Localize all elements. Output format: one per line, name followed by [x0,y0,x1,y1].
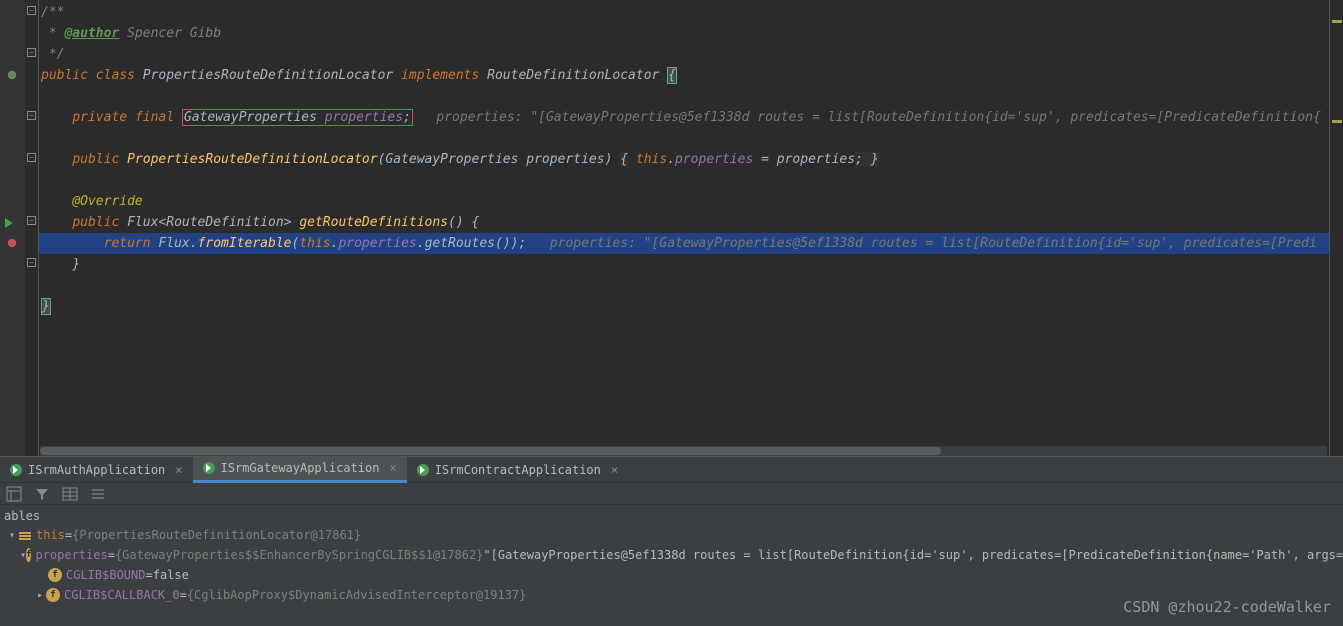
variables-tree[interactable]: ▾ this = {PropertiesRouteDefinitionLocat… [0,525,1343,626]
restore-layout-icon[interactable] [6,486,22,502]
editor-area: − − − − − − /** * @author Spencer Gibb *… [0,0,1343,456]
fold-toggle[interactable]: − [27,258,36,267]
chevron-right-icon[interactable]: ▸ [34,590,46,601]
close-icon[interactable]: × [175,463,182,477]
fold-gutter: − − − − − − [25,0,39,456]
tab-isrm-gateway[interactable]: ISrmGatewayApplication × [193,457,407,483]
tab-isrm-auth[interactable]: ISrmAuthApplication × [0,457,193,483]
debug-panel: ISrmAuthApplication × ISrmGatewayApplica… [0,456,1343,626]
javadoc-author-tag: @author [64,26,119,41]
field-icon: f [48,568,62,582]
stack-frame-icon [18,528,32,542]
fold-toggle[interactable]: − [27,216,36,225]
warning-stripe[interactable] [1332,20,1342,23]
execution-point-icon [5,218,13,228]
vertical-scrollbar[interactable] [1329,0,1343,456]
warning-stripe[interactable] [1332,120,1342,123]
horizontal-scrollbar[interactable] [40,446,1327,456]
run-config-tabs: ISrmAuthApplication × ISrmGatewayApplica… [0,457,1343,483]
close-icon[interactable]: × [389,461,396,475]
chevron-down-icon[interactable]: ▾ [6,530,18,541]
inline-debug-hint: properties: [436,110,530,125]
fold-toggle[interactable]: − [27,48,36,57]
field-icon: f [46,588,60,602]
method-name: getRouteDefinitions [299,215,448,230]
execution-line: return Flux.fromIterable(this.properties… [39,233,1329,254]
fold-toggle[interactable]: − [27,153,36,162]
gutter-icons [0,0,25,456]
doc-comment: /** [41,5,64,20]
highlighted-field-decl: GatewayProperties properties; [182,109,413,126]
scroll-thumb[interactable] [40,447,941,455]
table-view-icon[interactable] [62,486,78,502]
override-annotation: @Override [72,194,142,209]
var-properties: properties [35,548,107,562]
breakpoint-icon[interactable] [5,236,19,250]
run-config-icon [10,464,22,476]
tab-isrm-contract[interactable]: ISrmContractApplication × [407,457,628,483]
field-icon: f [26,548,31,562]
settings-icon[interactable] [90,486,106,502]
class-name: PropertiesRouteDefinitionLocator [143,68,393,83]
variables-section-label: ables [0,505,1343,525]
run-config-icon [417,464,429,476]
inline-debug-hint: properties: [550,236,644,251]
run-line-marker-icon[interactable] [5,68,19,82]
code-content[interactable]: /** * @author Spencer Gibb */ public cla… [39,0,1329,456]
filter-icon[interactable] [34,486,50,502]
fold-toggle[interactable]: − [27,111,36,120]
fold-toggle[interactable]: − [27,6,36,15]
run-config-icon [203,462,215,474]
close-icon[interactable]: × [611,463,618,477]
var-this: this [36,528,65,542]
debug-toolbar [0,483,1343,505]
